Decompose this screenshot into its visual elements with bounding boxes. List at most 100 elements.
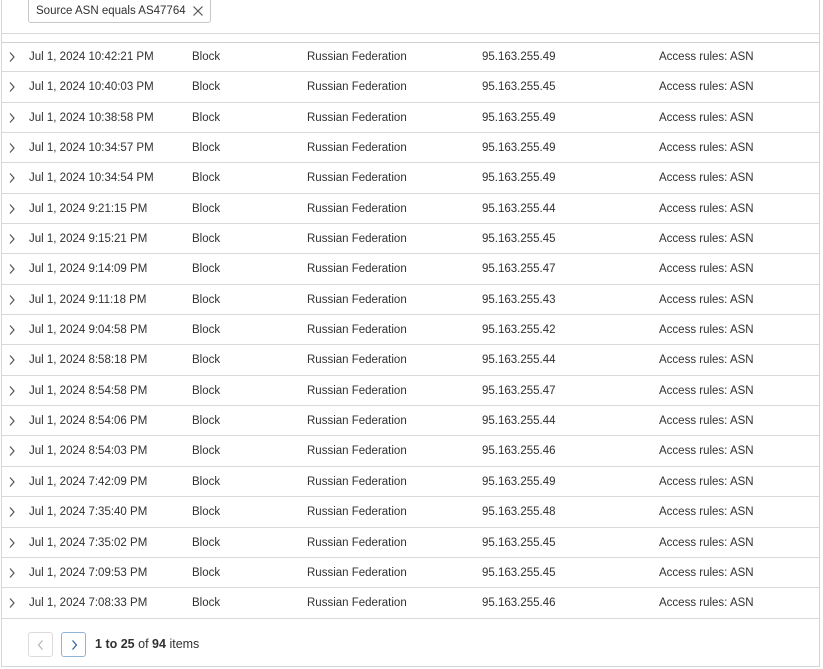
event-action: Block <box>192 51 221 63</box>
table-row[interactable]: Jul 1, 2024 10:34:54 PM Block Russian Fede… <box>2 163 819 194</box>
table-row[interactable]: Jul 1, 2024 10:40:03 PM Block Russian Fede… <box>2 72 819 103</box>
event-action: Block <box>192 233 221 246</box>
event-ip: 95.163.255.49 <box>482 142 556 155</box>
event-country: Russian Federation <box>307 597 407 610</box>
table-row[interactable]: Jul 1, 2024 9:11:18 PM Block Russian Feder… <box>2 285 819 316</box>
event-country: Russian Federation <box>307 142 407 155</box>
filter-chip[interactable]: Source ASN equals AS47764 <box>28 0 211 23</box>
filter-chip-label: Source ASN equals AS47764 <box>36 5 186 17</box>
table-row[interactable]: Jul 1, 2024 7:09:53 PM Block Russian Feder… <box>2 558 819 589</box>
chevron-right-icon[interactable] <box>8 497 18 527</box>
event-service: Access rules: ASN <box>659 233 754 246</box>
next-page-button[interactable] <box>61 632 86 657</box>
event-date: Jul 1, 2024 9:11:18 PM <box>29 293 147 306</box>
chevron-right-icon[interactable] <box>8 467 18 497</box>
event-ip: 95.163.255.49 <box>482 475 556 488</box>
chevron-right-icon[interactable] <box>8 376 18 406</box>
event-service: Access rules: ASN <box>659 81 754 94</box>
chevron-right-icon[interactable] <box>8 133 18 163</box>
event-service: Access rules: ASN <box>659 293 754 306</box>
event-action: Block <box>192 354 221 367</box>
event-service: Access rules: ASN <box>659 111 754 124</box>
event-date: Jul 1, 2024 10:34:54 PM <box>29 172 154 185</box>
event-ip: 95.163.255.44 <box>482 415 556 428</box>
event-country: Russian Federation <box>307 475 407 488</box>
chevron-right-icon[interactable] <box>8 588 18 618</box>
event-action: Block <box>192 202 221 215</box>
event-service: Access rules: ASN <box>659 142 754 155</box>
chevron-right-icon[interactable] <box>8 103 18 133</box>
range-to: to <box>105 637 118 651</box>
chevron-right-icon[interactable] <box>8 72 18 102</box>
event-action: Block <box>192 324 221 337</box>
event-ip: 95.163.255.47 <box>482 263 556 276</box>
event-date: Jul 1, 2024 10:40:03 PM <box>29 81 154 94</box>
chevron-right-icon[interactable] <box>8 254 18 284</box>
event-date: Jul 1, 2024 10:42:21 PM <box>29 51 154 63</box>
event-action: Block <box>192 536 221 549</box>
table-row[interactable]: Jul 1, 2024 9:14:09 PM Block Russian Feder… <box>2 254 819 285</box>
event-service: Access rules: ASN <box>659 354 754 367</box>
event-date: Jul 1, 2024 7:09:53 PM <box>29 566 148 579</box>
event-country: Russian Federation <box>307 384 407 397</box>
event-service: Access rules: ASN <box>659 475 754 488</box>
event-ip: 95.163.255.44 <box>482 202 556 215</box>
close-icon[interactable] <box>192 5 204 17</box>
chevron-right-icon[interactable] <box>8 436 18 466</box>
range-end: 25 <box>120 637 135 651</box>
table-row[interactable]: Jul 1, 2024 9:21:15 PM Block Russian Feder… <box>2 194 819 225</box>
total-count: 94 <box>152 637 166 651</box>
table-row[interactable]: Jul 1, 2024 10:42:21 PM Block Russian Fede… <box>2 42 819 73</box>
chevron-right-icon[interactable] <box>8 528 18 558</box>
event-date: Jul 1, 2024 7:35:40 PM <box>29 506 148 519</box>
chevron-right-icon[interactable] <box>8 558 18 588</box>
table-row[interactable]: Jul 1, 2024 7:42:09 PM Block Russian Feder… <box>2 467 819 498</box>
event-country: Russian Federation <box>307 536 407 549</box>
chevron-right-icon[interactable] <box>8 315 18 345</box>
table-row[interactable]: Jul 1, 2024 8:58:18 PM Block Russian Feder… <box>2 345 819 376</box>
event-action: Block <box>192 172 221 185</box>
event-service: Access rules: ASN <box>659 597 754 610</box>
event-date: Jul 1, 2024 9:14:09 PM <box>29 263 148 276</box>
event-date: Jul 1, 2024 10:38:58 PM <box>29 111 154 124</box>
event-country: Russian Federation <box>307 111 407 124</box>
event-date: Jul 1, 2024 10:34:57 PM <box>29 142 154 155</box>
table-row[interactable]: Jul 1, 2024 8:54:06 PM Block Russian Feder… <box>2 406 819 437</box>
table-row[interactable]: Jul 1, 2024 8:54:03 PM Block Russian Feder… <box>2 436 819 467</box>
chevron-right-icon[interactable] <box>8 285 18 315</box>
event-service: Access rules: ASN <box>659 415 754 428</box>
items-label: items <box>169 637 200 651</box>
event-date: Jul 1, 2024 8:58:18 PM <box>29 354 148 367</box>
event-country: Russian Federation <box>307 506 407 519</box>
chevron-right-icon[interactable] <box>8 224 18 254</box>
event-action: Block <box>192 597 221 610</box>
chevron-right-icon[interactable] <box>8 406 18 436</box>
chevron-right-icon[interactable] <box>8 42 18 72</box>
event-service: Access rules: ASN <box>659 51 754 63</box>
event-country: Russian Federation <box>307 354 407 367</box>
event-ip: 95.163.255.42 <box>482 324 556 337</box>
pagination: 1 to 25 of 94 items <box>2 620 819 667</box>
event-service: Access rules: ASN <box>659 172 754 185</box>
chevron-right-icon[interactable] <box>8 345 18 375</box>
table-row[interactable]: Jul 1, 2024 7:35:40 PM Block Russian Feder… <box>2 497 819 528</box>
event-ip: 95.163.255.46 <box>482 445 556 458</box>
event-service: Access rules: ASN <box>659 536 754 549</box>
event-ip: 95.163.255.49 <box>482 51 556 63</box>
table-row[interactable]: Jul 1, 2024 7:35:02 PM Block Russian Feder… <box>2 528 819 558</box>
table-row[interactable]: Jul 1, 2024 7:08:33 PM Block Russian Feder… <box>2 588 819 619</box>
table-row[interactable]: Jul 1, 2024 10:34:57 PM Block Russian Fede… <box>2 133 819 164</box>
chevron-right-icon[interactable] <box>8 194 18 224</box>
event-country: Russian Federation <box>307 293 407 306</box>
table-row[interactable]: Jul 1, 2024 9:15:21 PM Block Russian Feder… <box>2 224 819 255</box>
chevron-right-icon[interactable] <box>8 163 18 193</box>
previous-page-button[interactable] <box>28 632 53 657</box>
table-row[interactable]: Jul 1, 2024 8:54:58 PM Block Russian Feder… <box>2 376 819 407</box>
event-date: Jul 1, 2024 8:54:06 PM <box>29 415 148 428</box>
event-ip: 95.163.255.49 <box>482 111 556 124</box>
table-row[interactable]: Jul 1, 2024 10:38:58 PM Block Russian Fede… <box>2 103 819 134</box>
event-ip: 95.163.255.45 <box>482 233 556 246</box>
event-action: Block <box>192 445 221 458</box>
table-row[interactable]: Jul 1, 2024 9:04:58 PM Block Russian Feder… <box>2 315 819 346</box>
event-date: Jul 1, 2024 7:35:02 PM <box>29 536 148 549</box>
